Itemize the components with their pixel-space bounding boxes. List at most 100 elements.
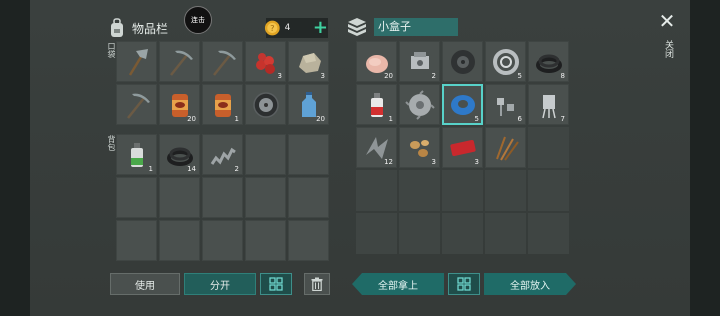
inventory-slot[interactable] xyxy=(485,213,526,254)
item-quantity: 5 xyxy=(474,115,479,123)
inventory-slot[interactable] xyxy=(202,177,243,218)
inventory-slot[interactable] xyxy=(202,220,243,261)
canned-food-icon xyxy=(214,93,231,117)
use-button[interactable]: 使用 xyxy=(110,273,180,295)
add-currency-button[interactable]: + xyxy=(313,19,328,37)
item-quantity: 20 xyxy=(316,115,325,123)
inventory-slot[interactable]: 3 xyxy=(442,127,483,168)
inventory-title: 物品栏 xyxy=(132,21,169,36)
item-quantity: 7 xyxy=(560,115,565,123)
inventory-slot[interactable] xyxy=(116,220,157,261)
inventory-slot[interactable] xyxy=(442,170,483,211)
inventory-slot[interactable] xyxy=(116,177,157,218)
inventory-slot[interactable] xyxy=(245,177,286,218)
inventory-slot[interactable] xyxy=(245,84,286,125)
inventory-slot[interactable]: 8 xyxy=(528,41,569,82)
stone-pickaxe-icon xyxy=(126,93,150,119)
inventory-slot[interactable] xyxy=(159,41,200,82)
put-all-button[interactable]: 全部放入 xyxy=(484,273,576,295)
inventory-slot[interactable] xyxy=(485,170,526,211)
bolts-icon xyxy=(496,97,514,116)
left-edge xyxy=(0,0,30,316)
inventory-slot[interactable] xyxy=(528,213,569,254)
inventory-slot[interactable] xyxy=(159,220,200,261)
inventory-slot[interactable]: 6 xyxy=(485,84,526,125)
coupon-icon xyxy=(449,139,476,156)
inventory-slot[interactable] xyxy=(399,213,440,254)
split-button[interactable]: 分开 xyxy=(184,273,256,295)
inventory-slot[interactable]: 20 xyxy=(288,84,329,125)
inventory-slot[interactable] xyxy=(356,213,397,254)
item-quantity: 8 xyxy=(560,72,565,80)
item-quantity: 5 xyxy=(517,72,522,80)
inventory-slot[interactable] xyxy=(245,134,286,175)
inventory-slot[interactable] xyxy=(399,170,440,211)
inventory-slot[interactable]: 2 xyxy=(202,134,243,175)
berries-icon xyxy=(255,52,275,74)
seeds-icon xyxy=(409,139,429,157)
inventory-slot[interactable]: 1 xyxy=(116,134,157,175)
inventory-slot[interactable]: 20 xyxy=(159,84,200,125)
grid-icon xyxy=(457,277,471,291)
inventory-slot[interactable]: 3 xyxy=(245,41,286,82)
item-quantity: 3 xyxy=(320,72,325,80)
take-all-button[interactable]: 全部拿上 xyxy=(352,273,444,295)
stone-pickaxe-icon xyxy=(212,50,236,76)
spring-icon xyxy=(210,147,236,165)
inventory-slot[interactable]: 7 xyxy=(528,84,569,125)
stone-axe-icon xyxy=(128,48,148,76)
inventory-slot[interactable] xyxy=(442,41,483,82)
inventory-slot[interactable] xyxy=(442,213,483,254)
inventory-slot[interactable]: 1 xyxy=(202,84,243,125)
inventory-slot[interactable]: 5 xyxy=(485,41,526,82)
sort-inventory-button[interactable] xyxy=(260,273,292,295)
container-header: 小盒子 xyxy=(346,16,458,38)
inventory-slot[interactable] xyxy=(399,84,440,125)
discard-button[interactable] xyxy=(304,273,330,295)
item-quantity: 12 xyxy=(384,158,393,166)
inventory-slot[interactable] xyxy=(116,41,157,82)
box-icon xyxy=(348,18,366,36)
combo-button[interactable]: 连击 xyxy=(184,6,212,34)
item-quantity: 14 xyxy=(187,165,196,173)
inventory-slot[interactable]: 20 xyxy=(356,41,397,82)
inventory-slot[interactable] xyxy=(485,127,526,168)
wheel-icon xyxy=(252,91,279,118)
item-quantity: 2 xyxy=(431,72,436,80)
stone-icon xyxy=(298,52,321,73)
spray-can-icon xyxy=(130,142,143,167)
saw-blade-icon xyxy=(404,89,435,120)
inventory-slot[interactable] xyxy=(288,177,329,218)
item-quantity: 3 xyxy=(277,72,282,80)
inventory-slot[interactable]: 12 xyxy=(356,127,397,168)
inventory-slot[interactable]: 5 xyxy=(442,84,483,125)
bearing-icon xyxy=(492,48,519,75)
currency-amount: 4 xyxy=(284,23,291,33)
inventory-slot[interactable]: 1 xyxy=(356,84,397,125)
close-label[interactable]: 关闭 xyxy=(662,40,675,58)
inventory-slot[interactable] xyxy=(245,220,286,261)
inventory-slot[interactable] xyxy=(288,220,329,261)
inventory-slot[interactable] xyxy=(288,134,329,175)
container-name: 小盒子 xyxy=(374,18,458,36)
item-quantity: 1 xyxy=(234,115,239,123)
trash-icon xyxy=(311,277,323,291)
inventory-slot[interactable] xyxy=(159,177,200,218)
close-icon[interactable]: ✕ xyxy=(658,11,676,31)
inventory-slot[interactable]: 2 xyxy=(399,41,440,82)
inventory-slot[interactable] xyxy=(202,41,243,82)
item-quantity: 20 xyxy=(384,72,393,80)
item-quantity: 3 xyxy=(431,158,436,166)
inventory-slot[interactable]: 3 xyxy=(399,127,440,168)
sort-container-button[interactable] xyxy=(448,273,480,295)
inventory-slot[interactable] xyxy=(356,170,397,211)
inventory-slot[interactable]: 3 xyxy=(288,41,329,82)
backpack-grid: 1 14 2 xyxy=(116,134,329,261)
inventory-slot[interactable] xyxy=(528,170,569,211)
inventory-slot[interactable]: 14 xyxy=(159,134,200,175)
sticks-icon xyxy=(495,136,519,161)
inventory-slot[interactable] xyxy=(528,127,569,168)
inventory-slot[interactable] xyxy=(116,84,157,125)
chip-icon xyxy=(541,94,556,118)
grid-icon xyxy=(269,277,283,291)
